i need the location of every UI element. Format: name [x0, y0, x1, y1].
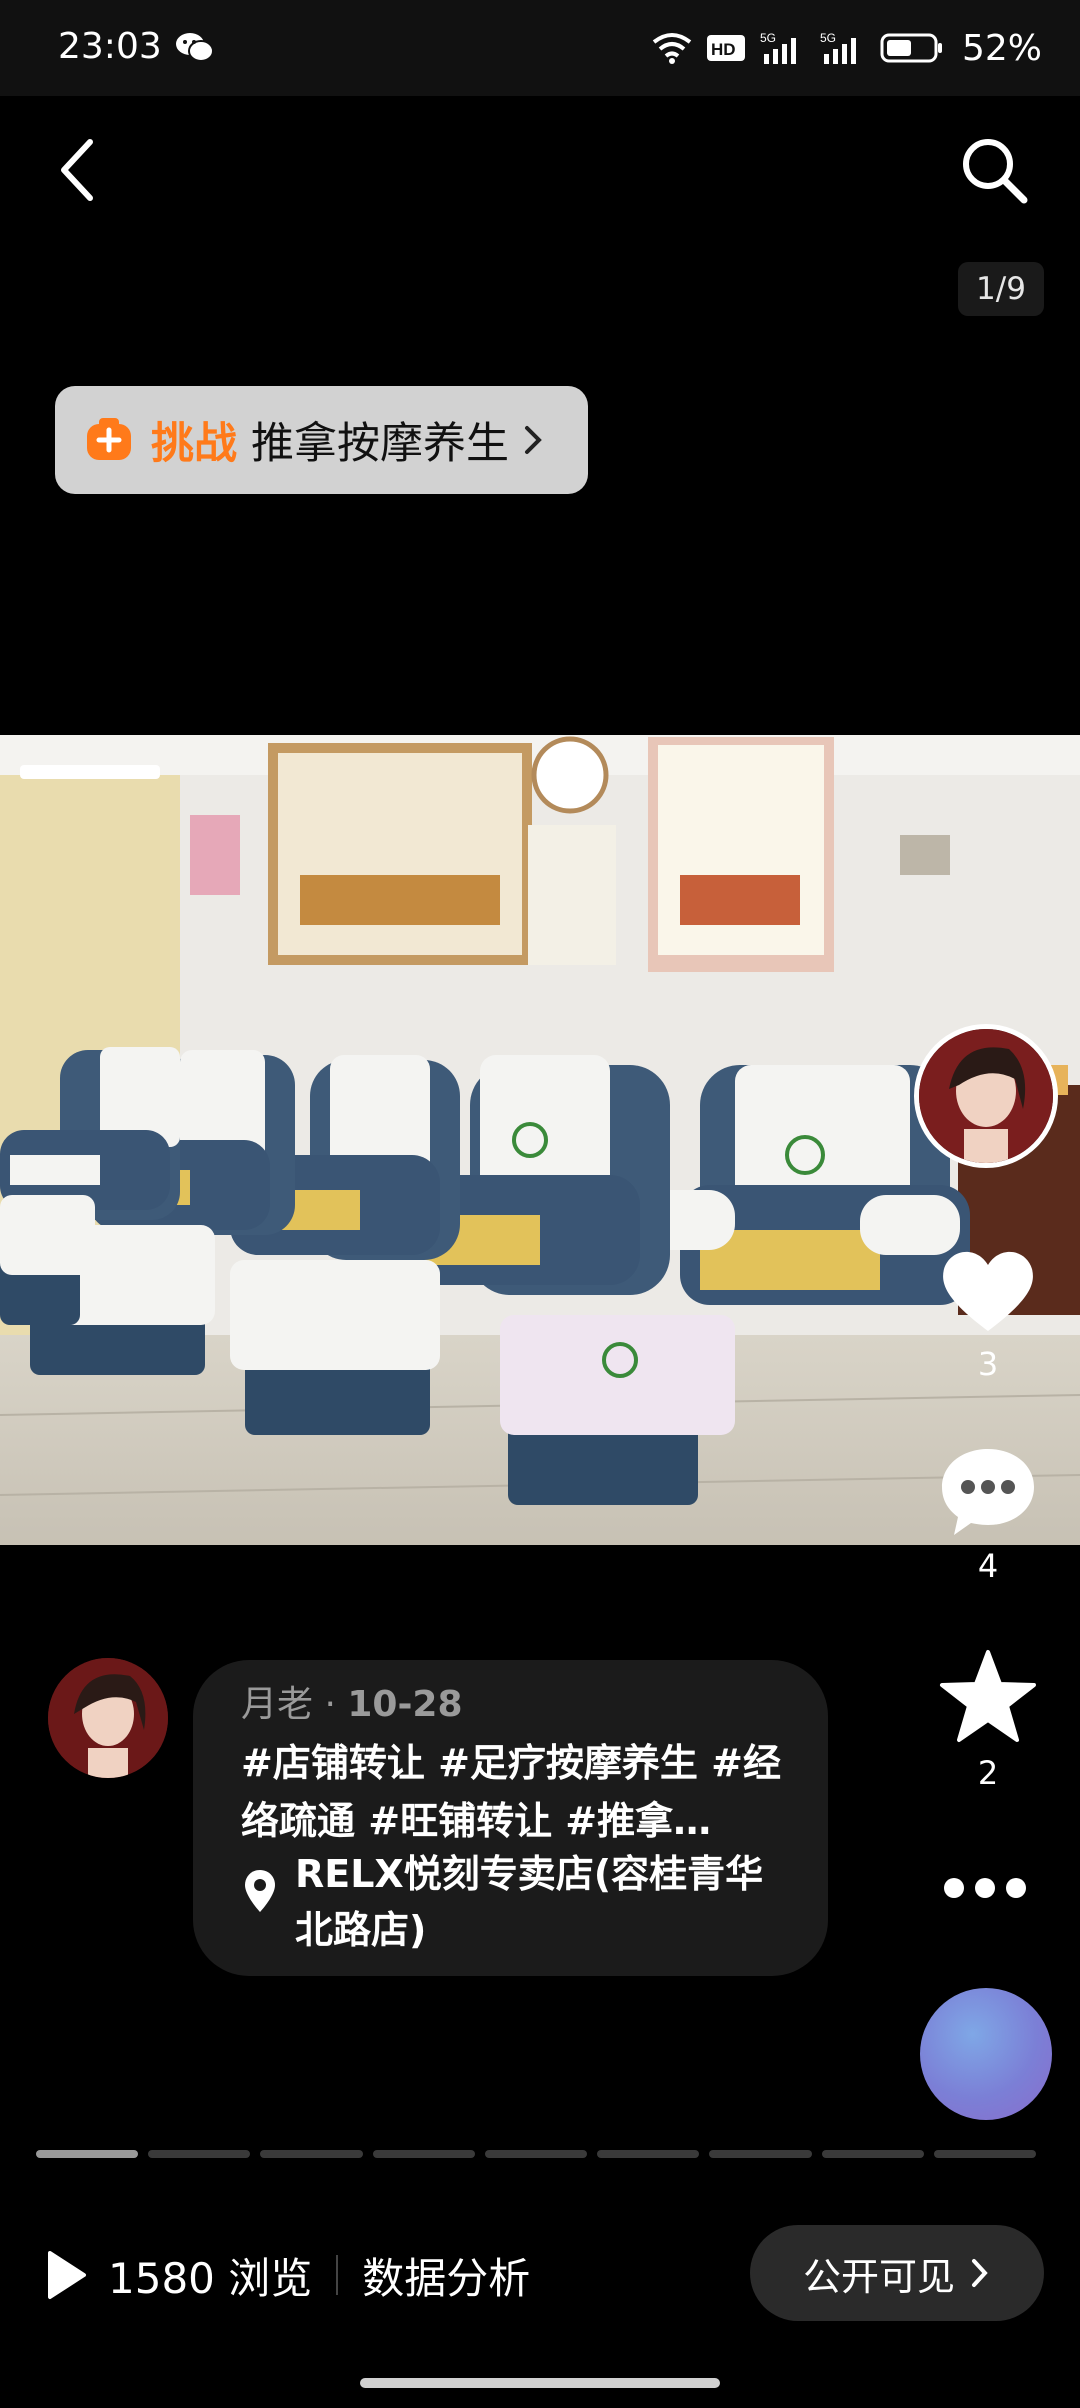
- favorite-button[interactable]: 2: [928, 1648, 1048, 1792]
- post-photo[interactable]: [0, 735, 1080, 1545]
- location-tag[interactable]: RELX悦刻专卖店(容桂青华北路店): [243, 1846, 795, 1958]
- play-icon: [48, 2251, 86, 2299]
- progress-segment: [709, 2150, 812, 2158]
- progress-segment: [148, 2150, 251, 2158]
- comment-icon: [942, 1449, 1034, 1535]
- meta-separator: ·: [313, 1684, 348, 1725]
- author-avatar[interactable]: [48, 1658, 168, 1778]
- post-caption[interactable]: #店铺转让 #足疗按摩养生 #经络疏通 #旺铺转让 #推拿…: [241, 1734, 781, 1850]
- svg-text:HD: HD: [711, 40, 736, 59]
- post-info-card[interactable]: 月老 · 10-28 #店铺转让 #足疗按摩养生 #经络疏通 #旺铺转让 #推拿…: [193, 1660, 828, 1976]
- floating-widget[interactable]: [920, 1988, 1052, 2120]
- progress-segment: [36, 2150, 139, 2158]
- search-icon[interactable]: [954, 130, 1034, 210]
- signal-5g-icon: 5G: [760, 31, 796, 64]
- star-icon: [940, 1650, 1036, 1742]
- wifi-icon: [652, 33, 692, 64]
- progress-segment: [821, 2150, 924, 2158]
- image-page-counter: 1/9: [958, 262, 1044, 316]
- chevron-right-icon: [525, 426, 542, 454]
- more-options-icon[interactable]: [940, 1875, 1030, 1901]
- progress-segment: [484, 2150, 588, 2158]
- location-name: RELX悦刻专卖店(容桂青华北路店): [295, 1852, 764, 1952]
- comment-count: 4: [977, 1547, 999, 1585]
- data-analytics-link[interactable]: 数据分析: [362, 2245, 530, 2306]
- avatar-image: [48, 1658, 168, 1778]
- status-bar: 23:03 HD 5G 5G 52%: [0, 0, 1080, 96]
- author-avatar-rail[interactable]: [914, 1024, 1058, 1168]
- progress-segment: [597, 2150, 700, 2158]
- battery-icon: [880, 33, 942, 63]
- chevron-right-icon: [972, 2259, 988, 2287]
- status-icons: HD 5G 5G 52%: [652, 24, 1042, 72]
- image-progress-bar: [36, 2150, 1036, 2158]
- views-row[interactable]: 1580 浏览 数据分析: [44, 2240, 530, 2310]
- like-count: 3: [977, 1345, 999, 1383]
- views-count: 1580 浏览: [108, 2253, 313, 2303]
- home-indicator[interactable]: [360, 2378, 720, 2388]
- challenge-topic: 推拿按摩养生: [251, 419, 509, 469]
- visibility-button[interactable]: 公开可见: [750, 2225, 1044, 2321]
- divider: [336, 2255, 339, 2295]
- back-chevron-icon[interactable]: [50, 130, 110, 210]
- challenge-label: 挑战: [151, 419, 237, 469]
- status-time: 23:03: [58, 26, 162, 67]
- like-button[interactable]: 3: [928, 1245, 1048, 1383]
- signal-5g-icon: 5G: [820, 31, 856, 64]
- wechat-icon: [176, 33, 214, 62]
- comment-button[interactable]: 4: [928, 1445, 1048, 1585]
- post-meta: 月老 · 10-28: [241, 1682, 828, 1728]
- challenge-topic-chip[interactable]: 挑战 推拿按摩养生: [55, 386, 588, 494]
- progress-segment: [933, 2150, 1036, 2158]
- post-date: 10-28: [347, 1684, 463, 1725]
- author-name[interactable]: 月老: [241, 1684, 313, 1725]
- svg-text:5G: 5G: [820, 31, 836, 45]
- progress-segment: [260, 2150, 363, 2158]
- hd-icon: HD: [706, 35, 745, 61]
- visibility-label: 公开可见: [802, 2254, 955, 2299]
- favorite-count: 2: [977, 1754, 999, 1792]
- progress-segment: [372, 2150, 475, 2158]
- avatar-image: [919, 1029, 1053, 1163]
- svg-text:5G: 5G: [760, 31, 776, 45]
- challenge-icon: [87, 418, 131, 460]
- battery-percent: 52%: [961, 27, 1042, 69]
- heart-icon: [943, 1251, 1033, 1331]
- location-pin-icon: [245, 1870, 275, 1912]
